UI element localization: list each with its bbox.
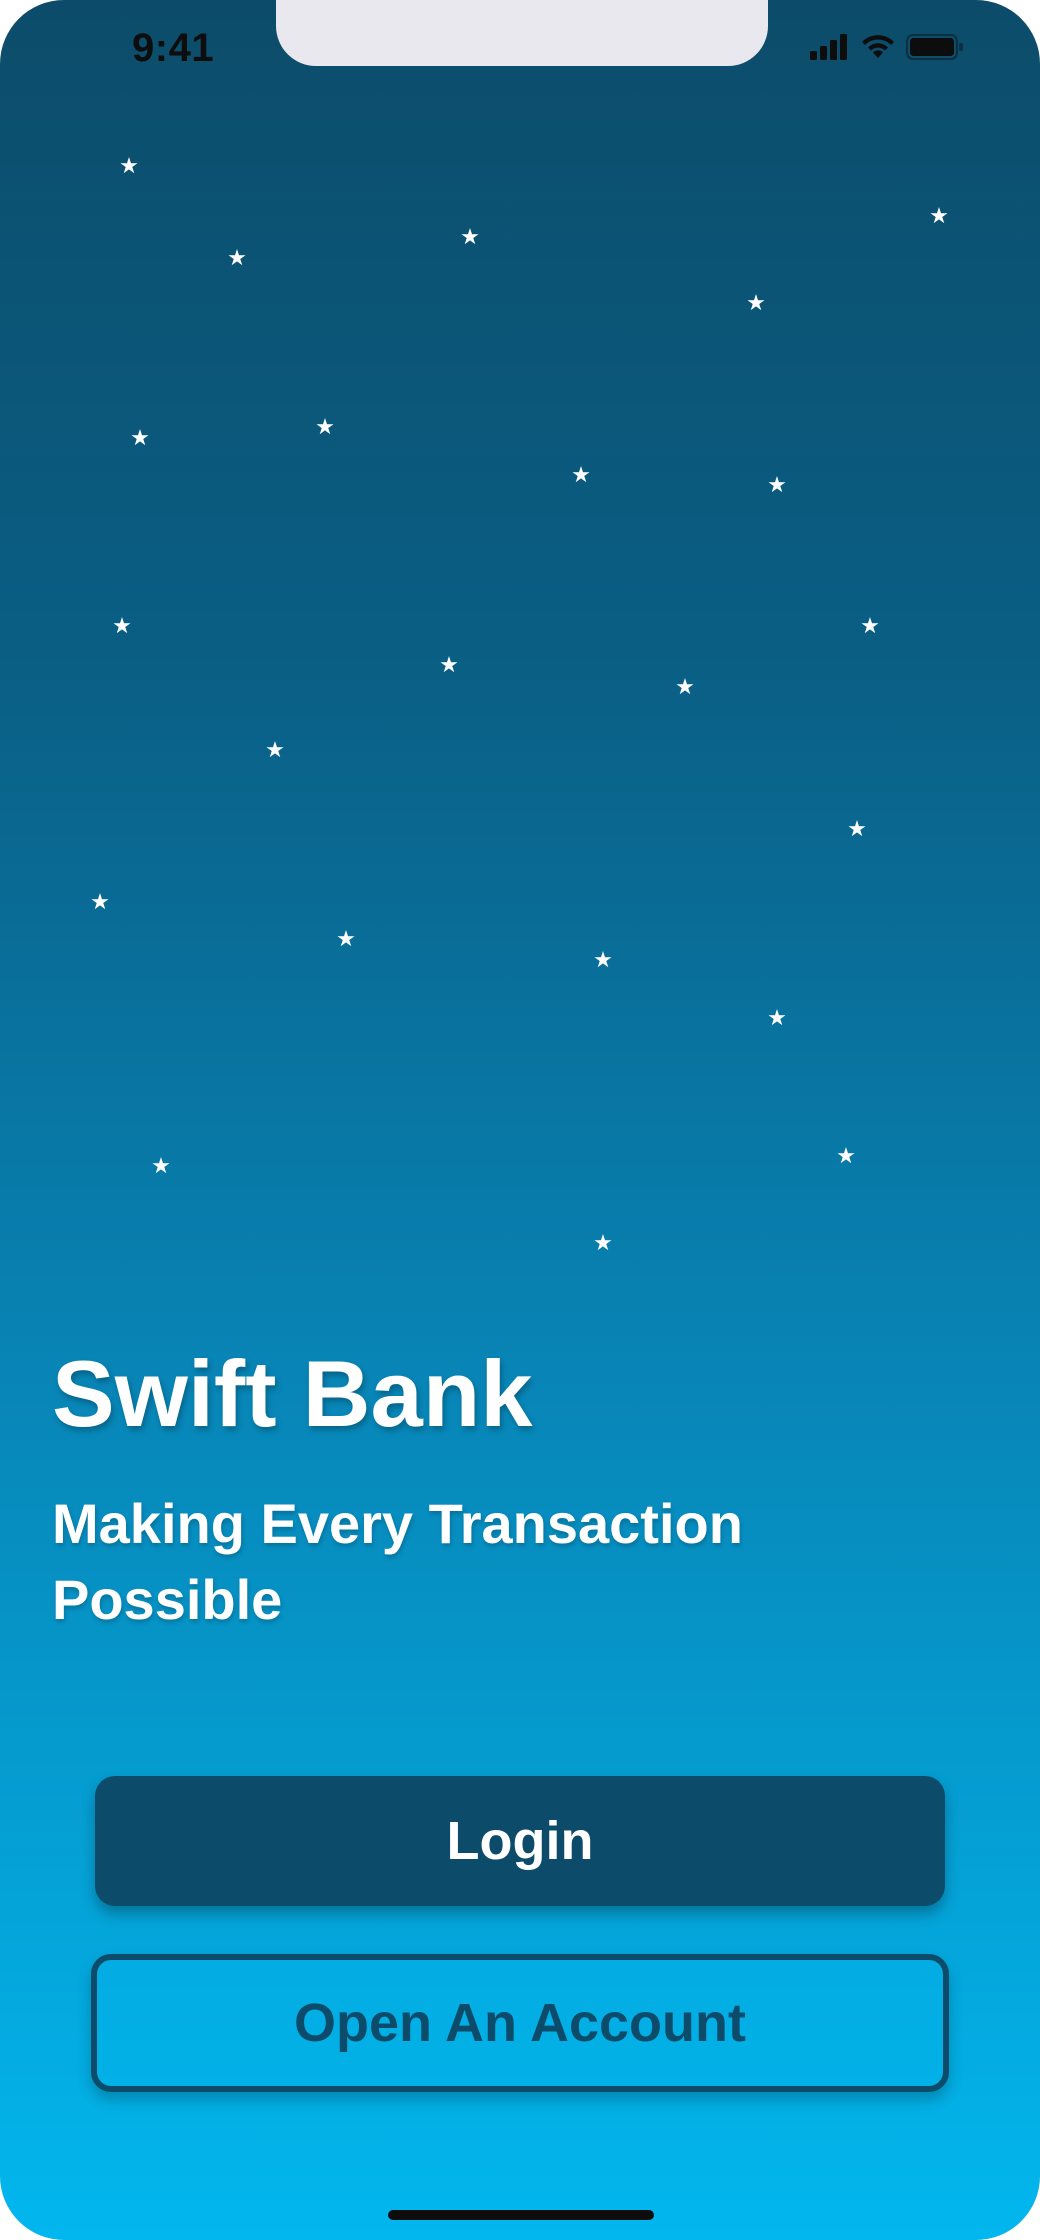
open-account-button[interactable]: Open An Account <box>91 1954 949 2092</box>
star-icon: ★ <box>593 1231 613 1256</box>
welcome-screen: 9:41 ★ ★ ★ ★ ★ ★ ★ ★ ★ ★ ★ ★ ★ ★ ★ ★ ★ ★ ★ ★ ★ ★ <box>0 0 1040 2240</box>
app-title: Swift Bank <box>52 1341 533 1446</box>
star-icon: ★ <box>151 1154 171 1179</box>
star-icon: ★ <box>860 614 880 639</box>
login-button[interactable]: Login <box>95 1776 945 1906</box>
star-icon: ★ <box>336 927 356 952</box>
star-icon: ★ <box>836 1144 856 1169</box>
star-icon: ★ <box>112 614 132 639</box>
star-icon: ★ <box>767 473 787 498</box>
home-indicator[interactable] <box>388 2210 654 2220</box>
star-icon: ★ <box>593 948 613 973</box>
star-icon: ★ <box>315 415 335 440</box>
status-bar-time: 9:41 <box>132 26 215 70</box>
app-tagline: Making Every Transaction Possible <box>52 1492 743 1631</box>
star-icon: ★ <box>746 291 766 316</box>
star-icon: ★ <box>439 653 459 678</box>
star-icon: ★ <box>571 463 591 488</box>
device-notch <box>276 0 768 66</box>
battery-icon <box>906 34 964 60</box>
star-icon: ★ <box>675 675 695 700</box>
star-icon: ★ <box>227 246 247 271</box>
wifi-icon <box>860 34 896 60</box>
star-icon: ★ <box>929 204 949 229</box>
star-icon: ★ <box>130 426 150 451</box>
star-icon: ★ <box>90 890 110 915</box>
star-icon: ★ <box>265 738 285 763</box>
status-bar-icons <box>810 34 964 60</box>
star-icon: ★ <box>767 1006 787 1031</box>
star-icon: ★ <box>460 225 480 250</box>
star-icon: ★ <box>847 817 867 842</box>
cellular-signal-icon <box>810 34 850 60</box>
star-icon: ★ <box>119 154 139 179</box>
